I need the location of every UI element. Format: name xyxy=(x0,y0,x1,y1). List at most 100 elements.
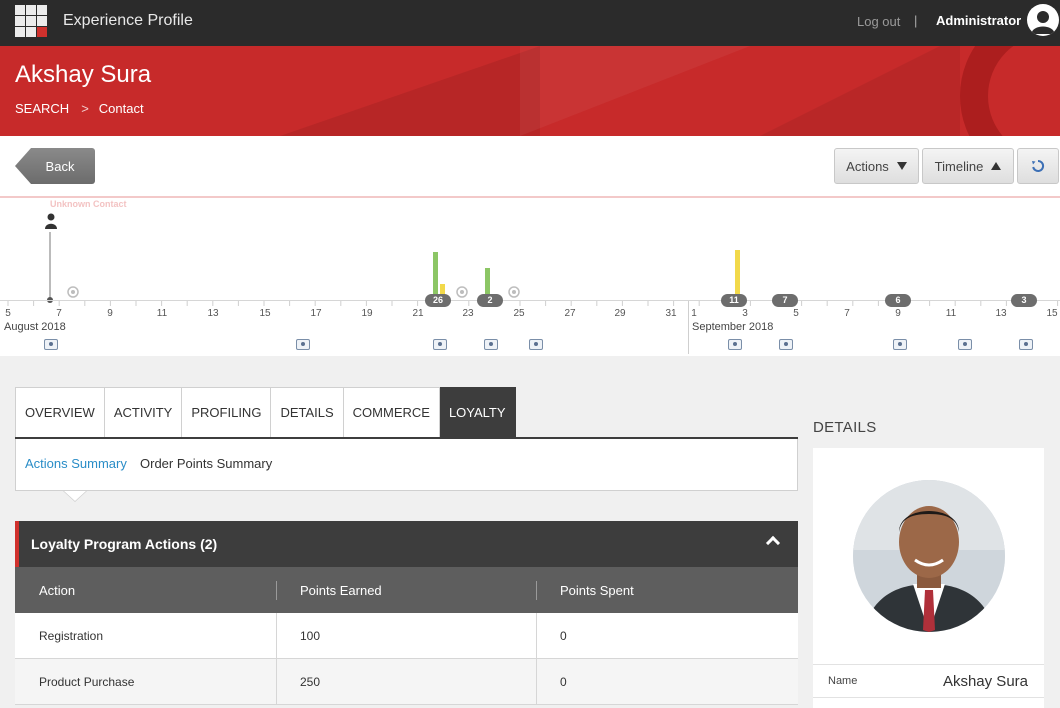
event-count-badge[interactable]: 6 xyxy=(885,294,911,307)
tick-label: 21 xyxy=(412,308,424,319)
user-avatar-icon[interactable] xyxy=(1027,4,1059,36)
separator: | xyxy=(914,13,918,28)
tick-label: 11 xyxy=(945,308,957,319)
timeline-label: Timeline xyxy=(934,158,984,174)
tab-details[interactable]: DETAILS xyxy=(271,387,344,438)
visit-icon[interactable] xyxy=(296,339,310,350)
details-heading: DETAILS xyxy=(813,419,877,436)
chevron-up-icon[interactable] xyxy=(765,535,781,551)
tick-label: 27 xyxy=(564,308,576,319)
activity-bar xyxy=(433,252,438,300)
cell-points-earned: 250 xyxy=(277,659,537,704)
visit-icon[interactable] xyxy=(893,339,907,350)
timeline-button[interactable]: Timeline xyxy=(922,148,1014,184)
app-title: Experience Profile xyxy=(63,12,193,29)
visit-icon[interactable] xyxy=(484,339,498,350)
loyalty-panel-header[interactable]: Loyalty Program Actions (2) xyxy=(15,521,798,567)
tick-label: 31 xyxy=(665,308,677,319)
triangle-down-icon xyxy=(896,162,907,170)
refresh-button[interactable] xyxy=(1017,148,1059,184)
visit-icon[interactable] xyxy=(728,339,742,350)
logout-link[interactable]: Log out xyxy=(857,14,900,29)
activity-bar xyxy=(735,250,740,300)
tick-label: 15 xyxy=(1046,308,1058,319)
table-row[interactable]: Product Purchase 250 0 xyxy=(15,659,798,705)
event-count-badge[interactable]: 11 xyxy=(721,294,747,307)
subtab-order-points-summary[interactable]: Order Points Summary xyxy=(140,456,272,471)
name-value: Akshay Sura xyxy=(942,673,1028,690)
visit-icon[interactable] xyxy=(529,339,543,350)
actions-button[interactable]: Actions xyxy=(834,148,919,184)
tick-label: 25 xyxy=(513,308,525,319)
tick-label: 7 xyxy=(844,308,850,319)
event-count-badge[interactable]: 2 xyxy=(477,294,503,307)
actions-label: Actions xyxy=(846,158,889,174)
top-bar: Experience Profile Log out | Administrat… xyxy=(0,0,1060,46)
event-count-badge[interactable]: 7 xyxy=(772,294,798,307)
user-name[interactable]: Administrator xyxy=(936,13,1021,28)
toolbar: Back Actions Timeline xyxy=(0,136,1060,196)
table-row[interactable]: Registration 100 0 xyxy=(15,613,798,659)
app-launcher-icon[interactable] xyxy=(15,5,47,37)
tab-activity[interactable]: ACTIVITY xyxy=(104,387,183,438)
visit-icon[interactable] xyxy=(433,339,447,350)
column-header-points-earned[interactable]: Points Earned xyxy=(277,567,537,613)
tab-profiling[interactable]: PROFILING xyxy=(182,387,272,438)
name-label: Name xyxy=(828,675,858,687)
cell-action: Product Purchase xyxy=(15,659,277,704)
back-button[interactable]: Back xyxy=(15,148,95,184)
tick-label: 23 xyxy=(462,308,474,319)
visit-icon[interactable] xyxy=(1019,339,1033,350)
tick-label: 15 xyxy=(259,308,271,319)
details-name-row: Name Akshay Sura xyxy=(813,664,1044,698)
cell-points-spent: 0 xyxy=(560,628,567,643)
subtab-bar: Actions Summary Order Points Summary xyxy=(15,439,798,491)
visit-icon[interactable] xyxy=(779,339,793,350)
chevron-right-icon: > xyxy=(81,101,89,116)
column-header-points-spent[interactable]: Points Spent xyxy=(537,567,798,613)
active-subtab-caret xyxy=(64,491,86,501)
month-label-august: August 2018 xyxy=(4,321,66,333)
breadcrumb-contact: Contact xyxy=(98,101,144,116)
contact-header: Akshay Sura SEARCH > Contact xyxy=(0,46,1060,136)
visit-icon[interactable] xyxy=(958,339,972,350)
breadcrumb: SEARCH > Contact xyxy=(15,101,144,116)
breadcrumb-search[interactable]: SEARCH xyxy=(15,101,69,116)
loyalty-panel-title: Loyalty Program Actions (2) xyxy=(31,536,218,552)
subtab-actions-summary[interactable]: Actions Summary xyxy=(25,456,127,471)
tick-label: 3 xyxy=(742,308,748,319)
tab-overview[interactable]: OVERVIEW xyxy=(15,387,105,438)
tick-label: 5 xyxy=(5,308,11,319)
tick-label: 13 xyxy=(207,308,219,319)
tick-label: 11 xyxy=(156,308,168,319)
tick-label: 1 xyxy=(691,308,697,319)
tab-loyalty[interactable]: LOYALTY xyxy=(439,387,516,438)
tick-label: 29 xyxy=(614,308,626,319)
triangle-up-icon xyxy=(991,162,1002,170)
event-count-badge[interactable]: 26 xyxy=(425,294,451,307)
cell-points-spent: 0 xyxy=(560,674,567,689)
table-header-row: Action Points Earned Points Spent xyxy=(15,567,798,613)
column-header-action[interactable]: Action xyxy=(15,567,277,613)
timeline-panel[interactable]: Unknown Contact 5 7 9 11 13 15 17 19 21 … xyxy=(0,196,1060,356)
tick-label: 7 xyxy=(56,308,62,319)
profile-tabs: OVERVIEW ACTIVITY PROFILING DETAILS COMM… xyxy=(15,387,516,438)
month-label-september: September 2018 xyxy=(692,321,774,333)
event-count-badge[interactable]: 3 xyxy=(1011,294,1037,307)
loyalty-actions-table: Action Points Earned Points Spent Regist… xyxy=(15,567,798,705)
refresh-icon xyxy=(1032,159,1045,172)
visit-icon[interactable] xyxy=(44,339,58,350)
details-card: Name Akshay Sura xyxy=(813,448,1044,708)
cell-points-earned: 100 xyxy=(277,613,537,658)
contact-photo xyxy=(853,480,1005,632)
tick-label: 9 xyxy=(107,308,113,319)
tick-label: 13 xyxy=(995,308,1007,319)
contact-name: Akshay Sura xyxy=(15,61,152,88)
cell-action: Registration xyxy=(15,613,277,658)
tick-label: 5 xyxy=(793,308,799,319)
tab-commerce[interactable]: COMMERCE xyxy=(343,387,440,438)
tick-label: 19 xyxy=(361,308,373,319)
timeline-chart xyxy=(7,232,1059,306)
tick-label: 9 xyxy=(895,308,901,319)
tick-label: 17 xyxy=(310,308,322,319)
